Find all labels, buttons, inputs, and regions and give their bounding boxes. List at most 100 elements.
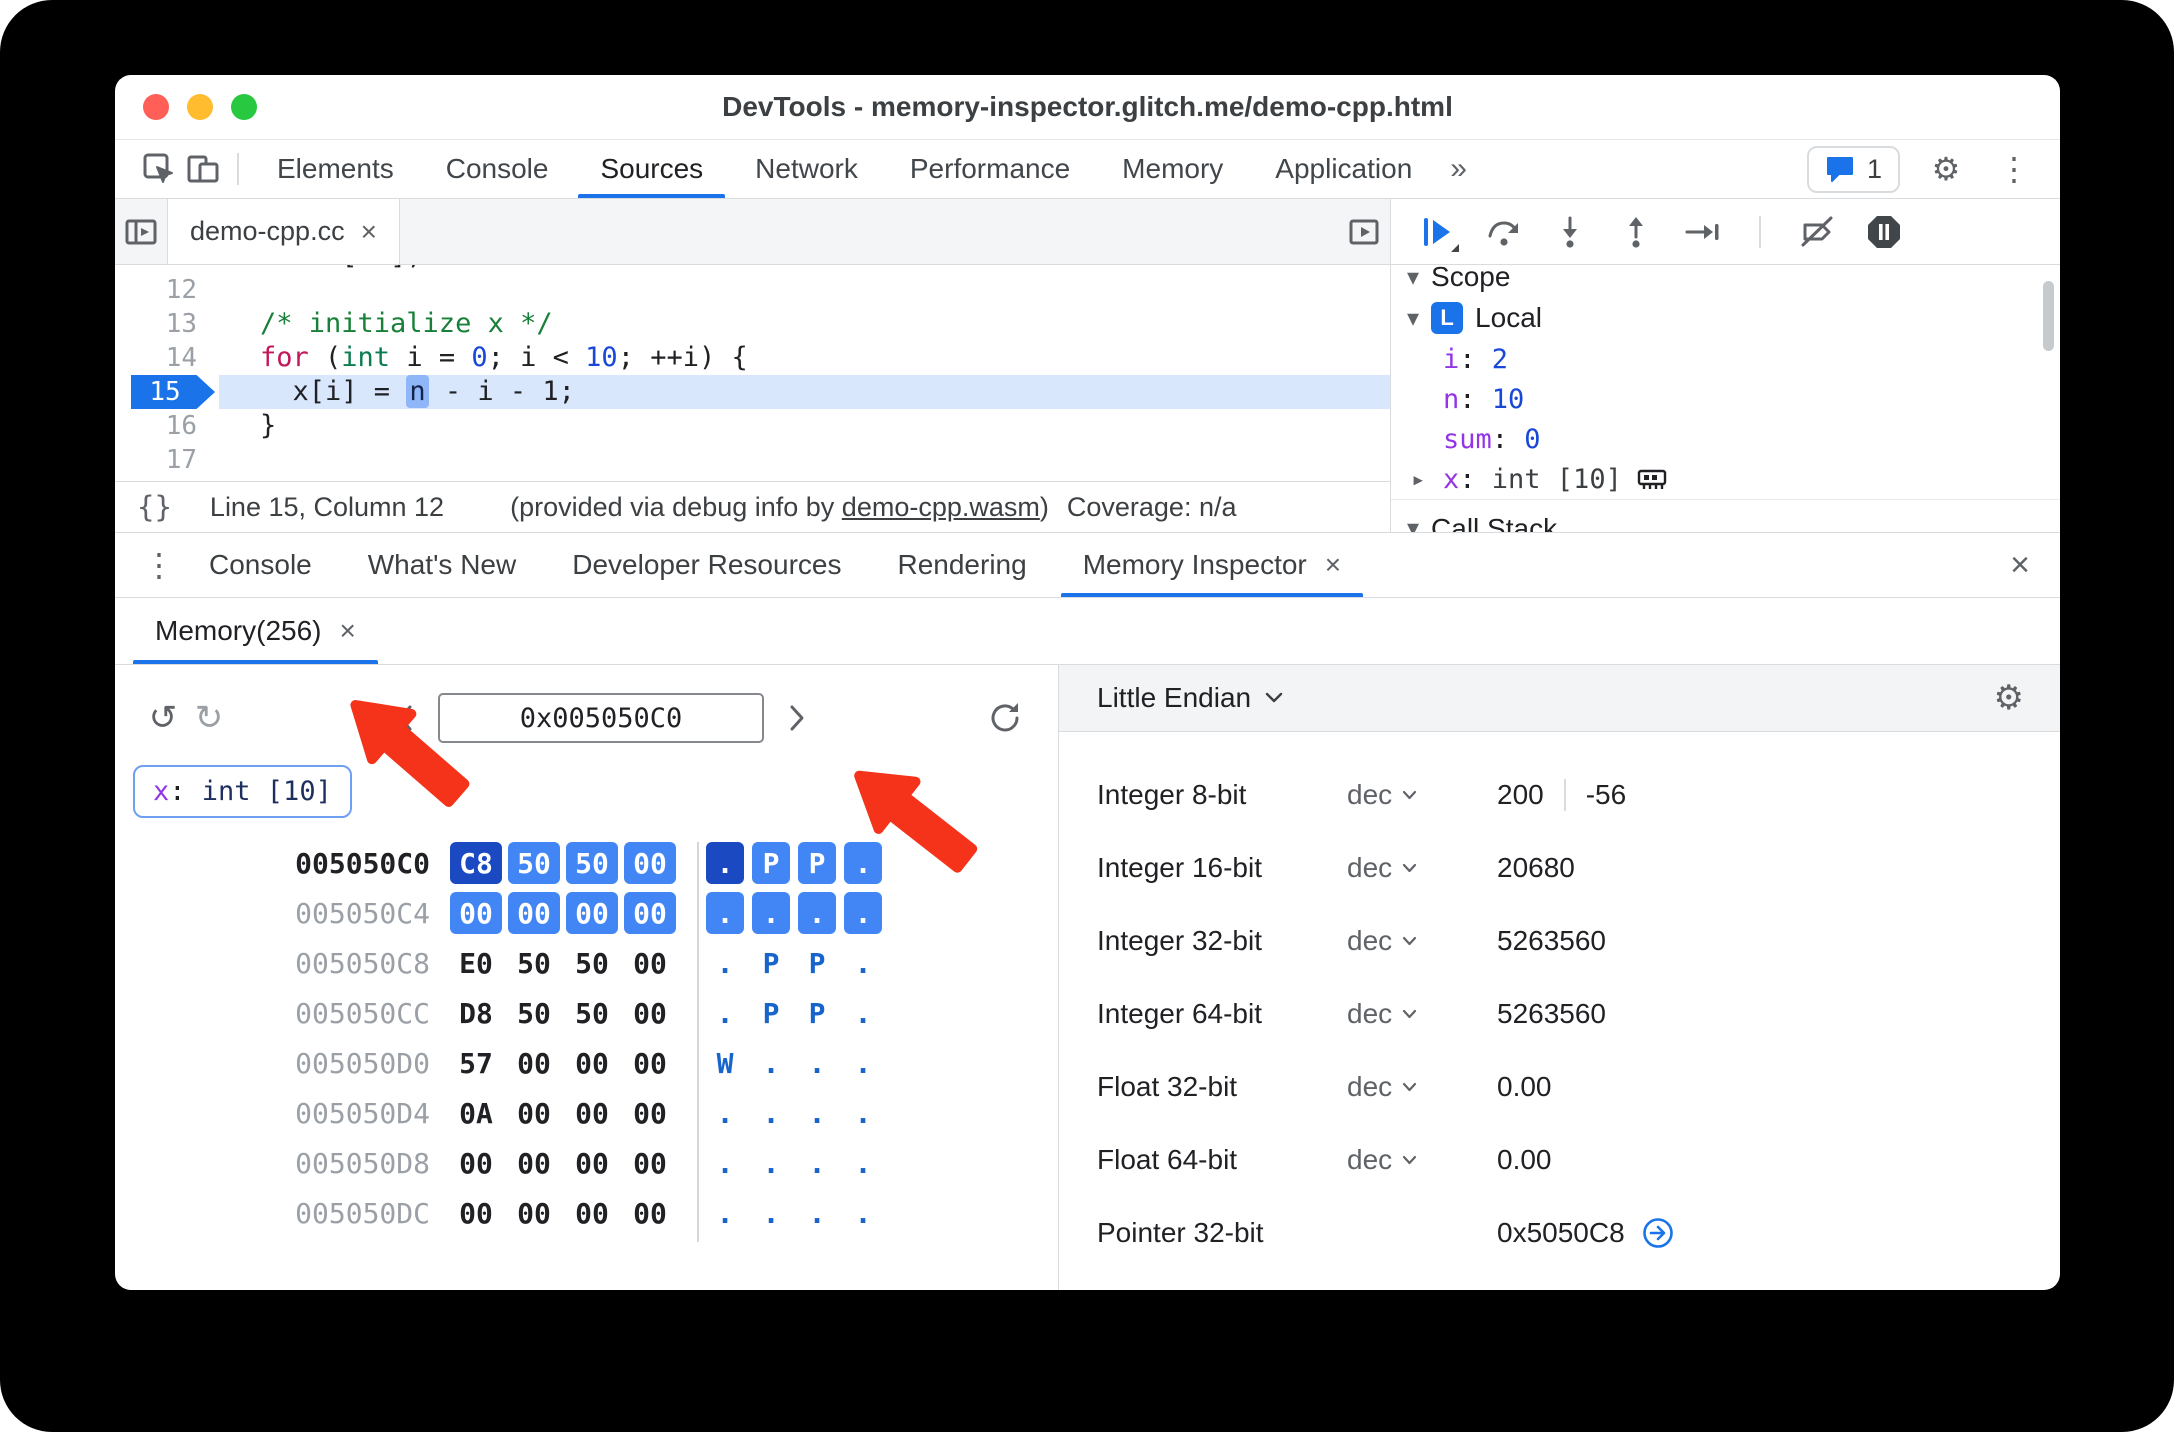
ascii-cell[interactable]: P (798, 842, 836, 884)
ascii-cell[interactable]: . (844, 842, 882, 884)
ascii-cell[interactable]: P (752, 942, 790, 984)
redo-icon[interactable]: ↻ (186, 695, 232, 741)
close-icon[interactable]: × (361, 217, 377, 246)
ascii-cell[interactable]: . (844, 942, 882, 984)
settings-gear-icon[interactable]: ⚙ (1924, 147, 1968, 191)
drawer-kebab-icon[interactable]: ⋮ (137, 549, 181, 581)
byte-cell[interactable]: 00 (624, 992, 676, 1034)
format-select[interactable]: dec (1347, 1144, 1497, 1176)
ascii-cell[interactable]: . (752, 1042, 790, 1084)
byte-cell[interactable]: 50 (508, 942, 560, 984)
pretty-print-icon[interactable]: {} (137, 490, 172, 524)
close-icon[interactable]: × (339, 617, 355, 645)
scope-variable-sum[interactable]: sum: 0 (1391, 419, 2060, 459)
byte-cell[interactable]: 00 (624, 1142, 676, 1184)
byte-cell[interactable]: 00 (624, 942, 676, 984)
reveal-in-memory-icon[interactable] (1636, 464, 1668, 494)
byte-cell[interactable]: 00 (566, 892, 618, 934)
line-number-14[interactable]: 14 (115, 341, 219, 375)
drawer-tab-rendering[interactable]: Rendering (869, 533, 1054, 597)
ascii-cell[interactable]: . (798, 1192, 836, 1234)
scope-section-header[interactable]: ▾ Scope (1391, 265, 2060, 297)
byte-cell[interactable]: 00 (624, 1092, 676, 1134)
editor-pane-toggle-icon[interactable] (1338, 199, 1390, 264)
line-number-17[interactable]: 17 (115, 443, 219, 477)
byte-cell[interactable]: 50 (566, 842, 618, 884)
ascii-cell[interactable]: . (844, 1142, 882, 1184)
line-number-12[interactable]: 12 (115, 273, 219, 307)
resume-script-icon[interactable] (1417, 211, 1459, 253)
scrollbar-thumb[interactable] (2043, 281, 2054, 351)
byte-cell[interactable]: 57 (450, 1042, 502, 1084)
format-select[interactable]: dec (1347, 852, 1497, 884)
byte-cell[interactable]: 00 (508, 1142, 560, 1184)
tab-application[interactable]: Application (1249, 140, 1438, 198)
previous-page-icon[interactable] (382, 695, 428, 741)
byte-cell[interactable]: 00 (508, 1042, 560, 1084)
ascii-cell[interactable]: . (798, 1042, 836, 1084)
byte-cell[interactable]: 00 (508, 892, 560, 934)
ascii-cell[interactable]: W (706, 1042, 744, 1084)
ascii-cell[interactable]: . (706, 842, 744, 884)
ascii-cell[interactable]: . (844, 992, 882, 1034)
drawer-tab-memory-inspector[interactable]: Memory Inspector × (1055, 533, 1369, 597)
ascii-cell[interactable]: . (752, 1192, 790, 1234)
line-number-13[interactable]: 13 (115, 307, 219, 341)
ascii-cell[interactable]: . (844, 1092, 882, 1134)
byte-cell[interactable]: D8 (450, 992, 502, 1034)
format-select[interactable]: dec (1347, 1071, 1497, 1103)
call-stack-section-header[interactable]: ▾ Call Stack (1391, 499, 2060, 532)
ascii-cell[interactable]: . (752, 892, 790, 934)
scope-variable-n[interactable]: n: 10 (1391, 379, 2060, 419)
ascii-cell[interactable]: . (844, 1192, 882, 1234)
ascii-cell[interactable]: . (706, 1142, 744, 1184)
ascii-cell[interactable]: . (706, 1192, 744, 1234)
byte-cell[interactable]: 00 (566, 1042, 618, 1084)
more-panels-icon[interactable]: » (1450, 152, 1467, 186)
byte-cell[interactable]: 00 (508, 1092, 560, 1134)
ascii-cell[interactable]: . (752, 1092, 790, 1134)
interpreter-settings-gear-icon[interactable]: ⚙ (1994, 681, 2024, 715)
byte-cell[interactable]: 00 (624, 892, 676, 934)
format-select[interactable]: dec (1347, 779, 1497, 811)
scope-local-header[interactable]: ▾ L Local (1391, 297, 2060, 339)
format-select[interactable]: dec (1347, 925, 1497, 957)
byte-cell[interactable]: 00 (566, 1192, 618, 1234)
ascii-cell[interactable]: . (706, 942, 744, 984)
next-page-icon[interactable] (774, 695, 820, 741)
byte-cell[interactable]: 00 (566, 1142, 618, 1184)
step-over-icon[interactable] (1483, 211, 1525, 253)
address-input[interactable] (438, 693, 764, 743)
jump-to-address-button[interactable] (1641, 1216, 1675, 1250)
line-number-11[interactable]: 11 (115, 265, 219, 273)
ascii-cell[interactable]: . (798, 1142, 836, 1184)
jump-to-pointer-icon[interactable] (1641, 1216, 1675, 1250)
tab-memory[interactable]: Memory (1096, 140, 1249, 198)
tab-elements[interactable]: Elements (251, 140, 420, 198)
ascii-cell[interactable]: . (844, 1042, 882, 1084)
drawer-tab-what-s-new[interactable]: What's New (340, 533, 545, 597)
endianness-select[interactable]: Little Endian (1097, 682, 1283, 714)
byte-cell[interactable]: 00 (450, 1142, 502, 1184)
step-icon[interactable] (1681, 211, 1723, 253)
step-into-icon[interactable] (1549, 211, 1591, 253)
byte-cell[interactable]: 00 (566, 1092, 618, 1134)
step-out-icon[interactable] (1615, 211, 1657, 253)
scope-variable-i[interactable]: i: 2 (1391, 339, 2060, 379)
close-icon[interactable]: × (1325, 551, 1341, 579)
tab-console[interactable]: Console (420, 140, 575, 198)
scope-variable-x[interactable]: ▸ x: int [10] (1391, 459, 2060, 499)
ascii-cell[interactable]: . (706, 992, 744, 1034)
ascii-cell[interactable]: . (706, 892, 744, 934)
line-number-15[interactable]: 15 (115, 375, 219, 409)
device-toolbar-icon[interactable] (181, 147, 225, 191)
format-select[interactable]: dec (1347, 998, 1497, 1030)
byte-cell[interactable]: 00 (624, 1042, 676, 1084)
byte-cell[interactable]: 00 (450, 1192, 502, 1234)
line-number-16[interactable]: 16 (115, 409, 219, 443)
issues-button[interactable]: 1 (1806, 145, 1900, 193)
byte-cell[interactable]: C8 (450, 842, 502, 884)
byte-cell[interactable]: 00 (508, 1192, 560, 1234)
byte-cell[interactable]: E0 (450, 942, 502, 984)
pause-on-exceptions-icon[interactable] (1863, 211, 1905, 253)
